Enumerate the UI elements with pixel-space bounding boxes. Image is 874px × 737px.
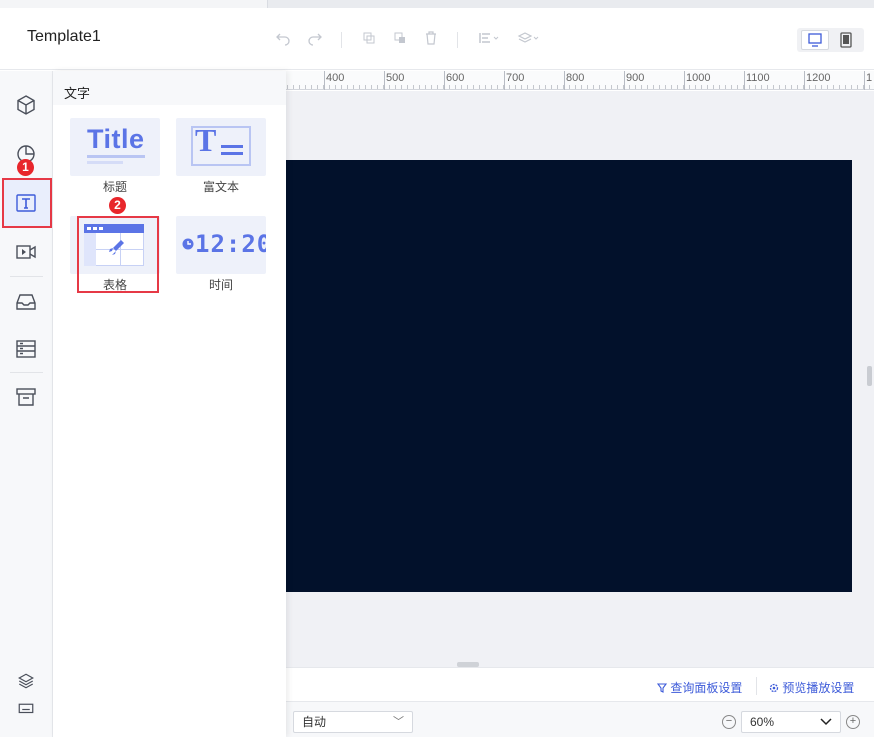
list-icon[interactable]: [14, 337, 38, 361]
text-components-panel: 文字 Title 标题 T 富文本 表格 12:20 时间: [53, 71, 286, 737]
archive-icon[interactable]: [14, 385, 38, 409]
preview-playback-settings-link[interactable]: 预览播放设置: [769, 679, 854, 696]
zoom-in-icon[interactable]: +: [846, 715, 860, 729]
component-time[interactable]: 12:20 时间: [176, 216, 266, 293]
auto-select[interactable]: 自动 ﹀: [293, 711, 413, 733]
component-label: 时间: [208, 278, 233, 292]
delete-icon[interactable]: [422, 30, 440, 48]
component-label: 标题: [102, 180, 127, 194]
rail-divider: [10, 372, 43, 373]
desktop-icon[interactable]: [801, 30, 829, 50]
chevron-down-icon: ﹀: [393, 716, 404, 728]
time-thumbnail: 12:20: [176, 216, 266, 274]
layer-order-icon[interactable]: [517, 30, 541, 48]
step-badge-2: 2: [109, 197, 126, 214]
rich-text-thumbnail: T: [176, 118, 266, 176]
toolbar-divider: [457, 32, 458, 48]
panel-header: 文字: [53, 71, 286, 105]
layers-icon[interactable]: [17, 672, 35, 690]
align-icon[interactable]: [478, 30, 502, 48]
header-toolbar: Template1: [0, 8, 874, 70]
redo-icon[interactable]: [306, 30, 324, 48]
settings-icon: [769, 683, 779, 693]
component-rich-text[interactable]: T 富文本: [176, 118, 266, 195]
design-canvas[interactable]: [286, 160, 852, 592]
step-badge-1: 1: [17, 159, 34, 176]
query-panel-settings-link[interactable]: 查询面板设置: [656, 679, 742, 696]
rail-divider: [10, 276, 43, 277]
undo-icon[interactable]: [274, 30, 292, 48]
chevron-down-icon: [820, 718, 832, 726]
text-icon[interactable]: [14, 191, 38, 215]
paste-icon[interactable]: [391, 30, 409, 48]
filter-icon: [656, 683, 668, 693]
component-label: 富文本: [202, 180, 239, 194]
keyboard-icon[interactable]: [17, 699, 35, 717]
copy-icon[interactable]: [360, 30, 378, 48]
device-switcher: [797, 28, 864, 52]
zoom-out-icon[interactable]: −: [722, 715, 736, 729]
inbox-icon[interactable]: [14, 290, 38, 314]
vertical-scrollbar[interactable]: [867, 366, 872, 386]
highlight-box-table: [77, 216, 159, 293]
cube-icon[interactable]: [14, 93, 38, 117]
title-thumbnail: Title: [70, 118, 160, 176]
video-icon[interactable]: [14, 240, 38, 264]
top-strip: [0, 0, 874, 8]
panel-title: 文字: [64, 86, 91, 101]
toolbar-divider: [341, 32, 342, 48]
link-divider: [756, 677, 757, 695]
template-title[interactable]: Template1: [27, 28, 101, 46]
component-title[interactable]: Title 标题: [70, 118, 160, 195]
zoom-select[interactable]: 60%: [741, 711, 841, 733]
tablet-icon[interactable]: [832, 30, 860, 50]
